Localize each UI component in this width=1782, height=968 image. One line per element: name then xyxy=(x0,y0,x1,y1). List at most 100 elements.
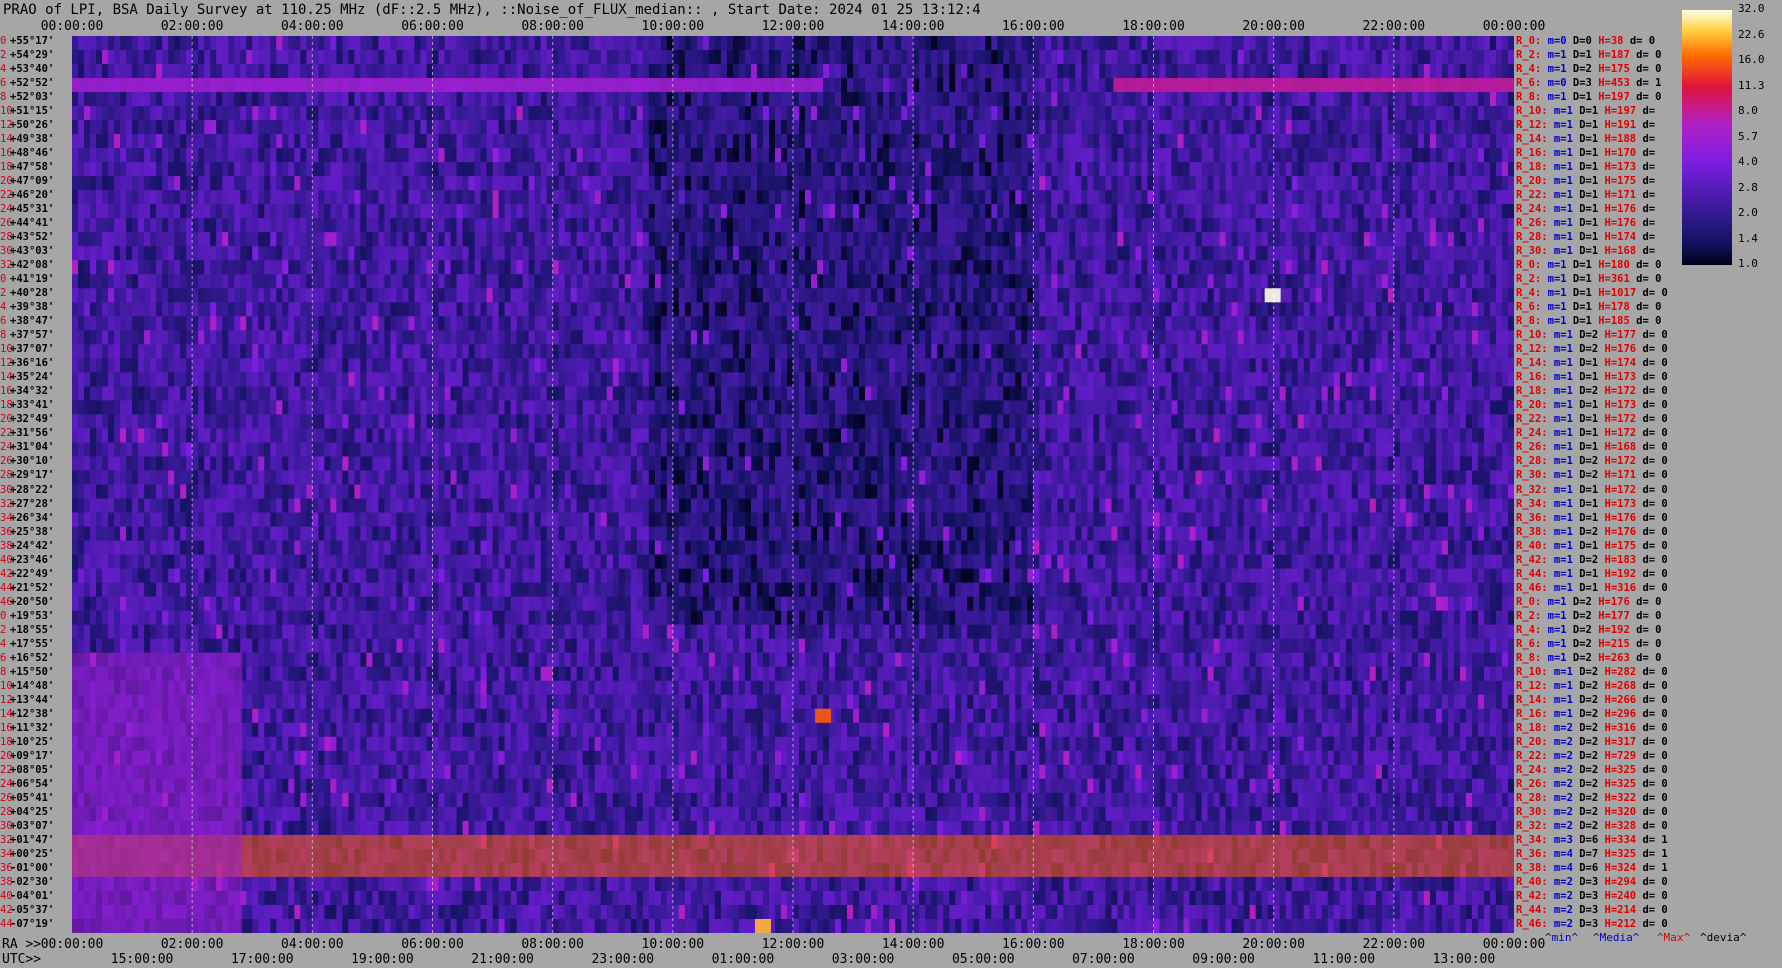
heatmap-cell xyxy=(1405,176,1413,191)
heatmap-cell xyxy=(84,218,91,233)
heatmap-cell xyxy=(853,50,860,65)
heatmap-cell xyxy=(943,302,950,317)
heatmap-cell xyxy=(1051,302,1058,317)
heatmap-cell xyxy=(696,260,704,275)
heatmap-cell xyxy=(738,50,746,65)
declination-label: 10+14°48' xyxy=(0,680,72,692)
heatmap-cell xyxy=(1327,218,1335,233)
heatmap-cell xyxy=(558,92,566,107)
declination-value: -07°19' xyxy=(10,917,55,930)
heatmap-cell xyxy=(504,302,512,317)
heatmap-cell xyxy=(1189,36,1197,51)
heatmap-cell xyxy=(1453,176,1461,191)
beam-index: 8 xyxy=(0,329,7,342)
heatmap-cell xyxy=(1225,260,1233,275)
heatmap-cell xyxy=(1279,36,1287,51)
heatmap-cell xyxy=(150,288,157,303)
heatmap-cell xyxy=(492,204,500,219)
heatmap-cell xyxy=(967,302,974,317)
declination-label: 2 +54°29' xyxy=(0,50,72,61)
heatmap-cell xyxy=(72,274,79,289)
heatmap-cell xyxy=(1315,204,1323,219)
beam-index: 2 xyxy=(0,287,7,300)
heatmap-cell xyxy=(1309,162,1317,177)
heatmap-cell xyxy=(174,190,181,205)
heatmap-cell xyxy=(438,92,446,107)
heatmap-cell xyxy=(1087,274,1095,289)
heatmap-cell xyxy=(1459,176,1467,191)
heatmap-cell xyxy=(462,92,470,107)
declination-label: 40+23°46' xyxy=(0,554,72,566)
heatmap-cell xyxy=(1201,50,1209,65)
heatmap-cell xyxy=(126,162,133,177)
heatmap-cell xyxy=(1303,134,1311,149)
heatmap-cell xyxy=(450,274,458,289)
heatmap-cell xyxy=(330,134,337,149)
heatmap-cell xyxy=(204,302,211,317)
declination-label: 14+35°24' xyxy=(0,372,72,383)
heatmap-cell xyxy=(468,148,476,163)
heatmap-cell xyxy=(102,106,109,121)
heatmap-cell xyxy=(1153,190,1161,205)
heatmap-cell xyxy=(1447,36,1455,51)
heatmap-cell xyxy=(138,246,145,261)
heatmap-cell xyxy=(1279,148,1287,163)
heatmap-cell xyxy=(342,246,349,261)
heatmap-cell xyxy=(150,162,157,177)
heatmap-cell xyxy=(330,148,337,163)
heatmap-cell xyxy=(1423,274,1431,289)
heatmap-cell xyxy=(1033,106,1040,121)
heatmap-cell xyxy=(1123,36,1131,51)
heatmap-cell xyxy=(252,120,259,135)
heatmap-cell xyxy=(762,204,770,219)
heatmap-cell xyxy=(252,64,259,79)
heatmap-cell xyxy=(1093,134,1101,149)
heatmap-cell xyxy=(726,190,734,205)
heatmap-cell xyxy=(1015,204,1022,219)
heatmap-cell xyxy=(294,92,301,107)
heatmap-cell xyxy=(913,162,920,177)
heatmap-cell xyxy=(660,120,668,135)
declination-label: 44+21°52' xyxy=(0,582,72,594)
heatmap-cell xyxy=(1087,246,1095,261)
heatmap-cell xyxy=(1423,288,1431,303)
heatmap-cell xyxy=(841,64,848,79)
heatmap-cell xyxy=(1363,288,1371,303)
heatmap-cell xyxy=(198,50,205,65)
heatmap-cell xyxy=(859,120,866,135)
heatmap-cell xyxy=(726,148,734,163)
heatmap-cell xyxy=(1057,204,1064,219)
heatmap-cell xyxy=(823,274,830,289)
heatmap-cell xyxy=(1285,64,1293,79)
heatmap-cell xyxy=(444,36,452,51)
heatmap-cell xyxy=(1291,204,1299,219)
heatmap-cell xyxy=(588,190,596,205)
heatmap-cell xyxy=(877,36,884,51)
heatmap-cell xyxy=(1483,64,1491,79)
heatmap-cell xyxy=(240,162,247,177)
declination-label: 26+05°41' xyxy=(0,792,72,804)
heatmap-cell xyxy=(618,260,626,275)
heatmap-cell xyxy=(330,232,337,247)
heatmap-cell xyxy=(390,120,398,135)
heatmap-cell xyxy=(390,204,398,219)
heatmap-cell xyxy=(859,148,866,163)
heatmap-cell xyxy=(714,288,722,303)
heatmap-cell xyxy=(216,246,223,261)
heatmap-cell xyxy=(72,190,79,205)
heatmap-cell xyxy=(486,218,494,233)
heatmap-cell xyxy=(534,64,542,79)
heatmap-cell xyxy=(204,106,211,121)
declination-label: 28+43°52' xyxy=(0,232,72,243)
heatmap-cell xyxy=(516,120,524,135)
heatmap-cell xyxy=(1207,218,1215,233)
heatmap-cell xyxy=(384,36,392,51)
heatmap-cell xyxy=(390,134,398,149)
heatmap-cell xyxy=(456,120,464,135)
heatmap-cell xyxy=(883,92,890,107)
heatmap-cell xyxy=(919,302,926,317)
heatmap-cell xyxy=(853,148,860,163)
heatmap-cell xyxy=(642,50,650,65)
heatmap-cell xyxy=(901,36,908,51)
heatmap-cell xyxy=(612,120,620,135)
